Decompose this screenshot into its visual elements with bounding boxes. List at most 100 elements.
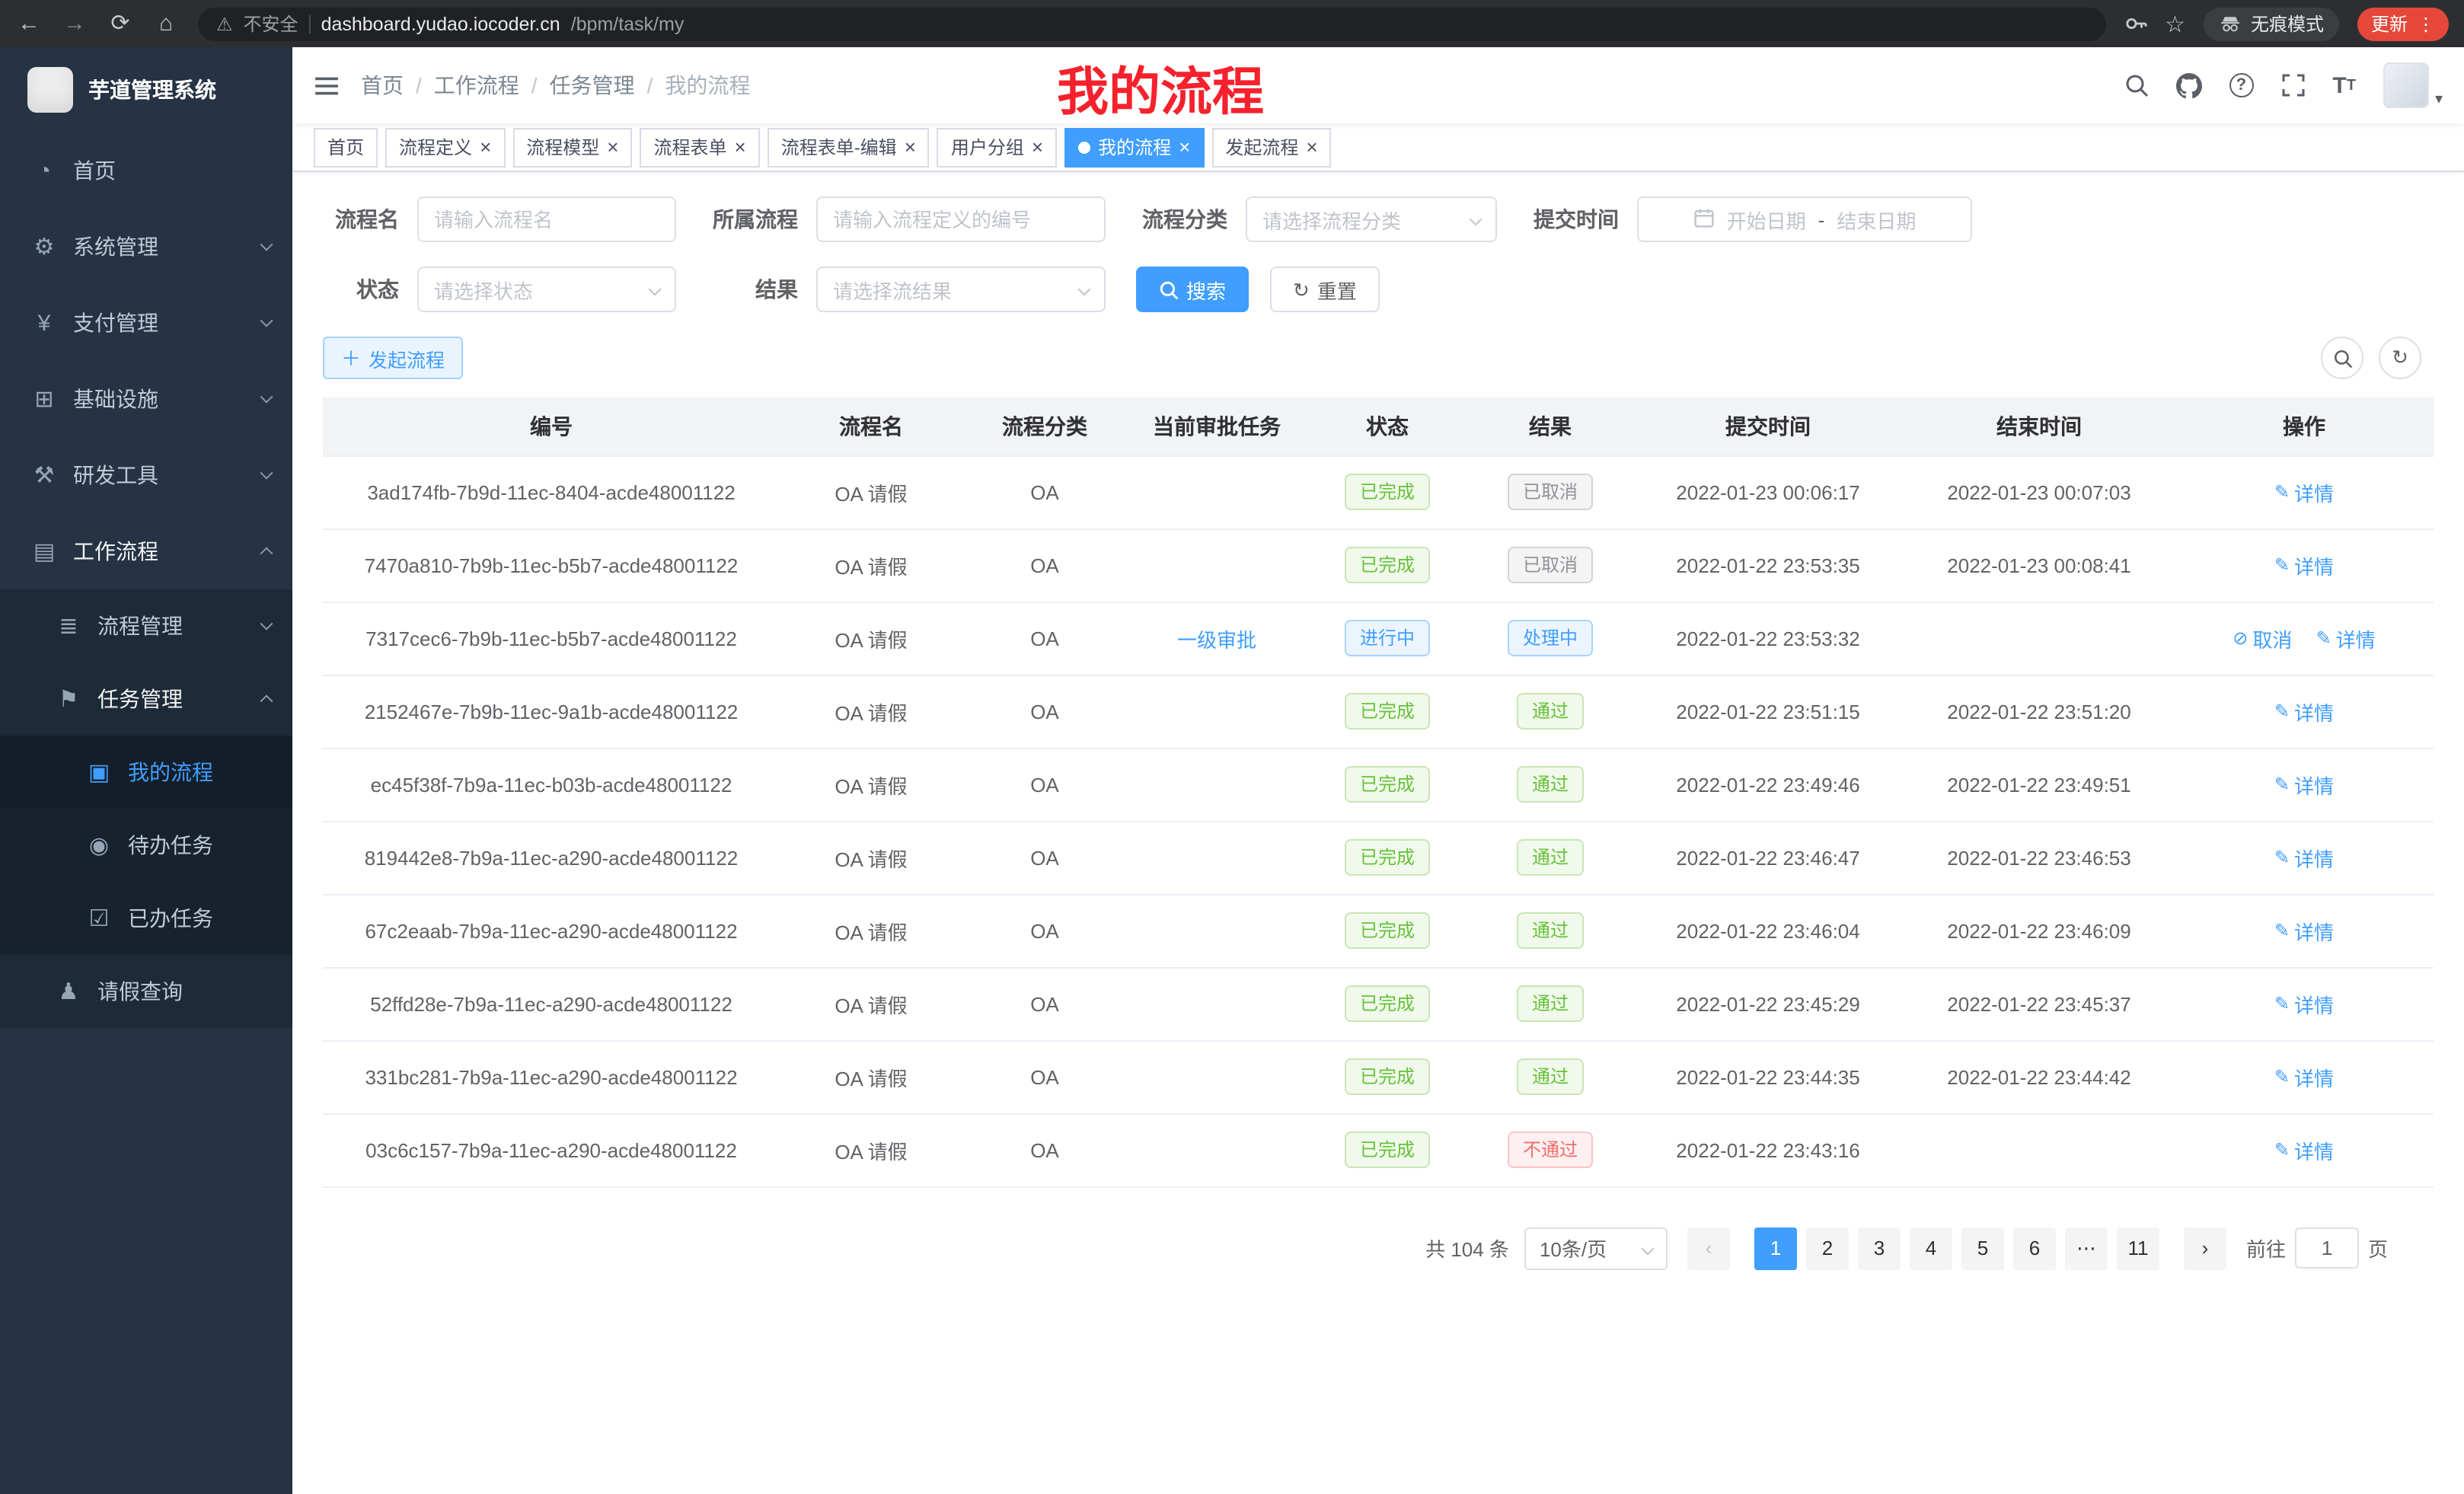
page-button[interactable]: 1 bbox=[1754, 1227, 1797, 1269]
help-icon[interactable]: ? bbox=[2229, 73, 2253, 97]
status-select[interactable]: 请选择状态 bbox=[417, 267, 676, 312]
tab-item[interactable]: 我的流程 × bbox=[1064, 127, 1204, 167]
cancel-link[interactable]: ⊘ 取消 bbox=[2233, 624, 2292, 653]
submit-time-range-picker[interactable]: 开始日期 - 结束日期 bbox=[1637, 196, 1972, 242]
sidebar-menu-item[interactable]: ◔ 首页 bbox=[0, 132, 292, 209]
page-button[interactable]: 3 bbox=[1858, 1227, 1901, 1269]
prev-page-button[interactable]: ‹ bbox=[1687, 1227, 1730, 1269]
page-button[interactable]: 6 bbox=[2013, 1227, 2056, 1269]
breadcrumb-workflow[interactable]: 工作流程 bbox=[434, 70, 519, 101]
process-name-input[interactable] bbox=[417, 196, 676, 242]
detail-link[interactable]: ✎ 详情 bbox=[2274, 916, 2334, 945]
process-id: 7470a810-7b9b-11ec-b5b7-acde48001122 bbox=[365, 554, 739, 576]
font-size-icon[interactable]: TT bbox=[2332, 72, 2356, 98]
reload-icon[interactable]: ⟳ bbox=[107, 12, 134, 35]
update-button[interactable]: 更新 ⋮ bbox=[2357, 7, 2449, 40]
bookmark-star-icon[interactable]: ☆ bbox=[2165, 10, 2185, 37]
sidebar-menu-item[interactable]: ▣ 我的流程 bbox=[0, 736, 292, 809]
sidebar-menu-item[interactable]: ⚒ 研发工具 bbox=[0, 437, 292, 513]
close-icon[interactable]: × bbox=[607, 137, 618, 157]
page-button[interactable]: 5 bbox=[1961, 1227, 2004, 1269]
process-category-select[interactable]: 请选择流程分类 bbox=[1246, 196, 1497, 242]
table-column-header[interactable]: 状态 bbox=[1307, 397, 1468, 455]
address-bar[interactable]: ⚠ 不安全 dashboard.yudao.iocoder.cn /bpm/ta… bbox=[198, 7, 2105, 40]
close-icon[interactable]: × bbox=[1306, 137, 1317, 157]
process-category: OA bbox=[1030, 480, 1059, 503]
key-icon[interactable] bbox=[2124, 12, 2146, 35]
sidebar-menu-item[interactable]: ≣ 流程管理 bbox=[0, 589, 292, 662]
breadcrumb-task-mgmt[interactable]: 任务管理 bbox=[550, 70, 635, 101]
search-icon[interactable] bbox=[2124, 73, 2148, 97]
back-icon[interactable]: ← bbox=[15, 12, 43, 35]
tab-item[interactable]: 用户分组 × bbox=[937, 127, 1057, 167]
submit-time: 2022-01-22 23:49:46 bbox=[1676, 773, 1859, 796]
user-avatar[interactable]: ▾ bbox=[2383, 62, 2443, 108]
detail-link[interactable]: ✎ 详情 bbox=[2274, 843, 2334, 872]
page-button[interactable]: 11 bbox=[2117, 1227, 2159, 1269]
refresh-table-button[interactable]: ↻ bbox=[2379, 337, 2421, 379]
tab-item[interactable]: 流程表单 × bbox=[640, 127, 759, 167]
tab-item[interactable]: 发起流程 × bbox=[1211, 127, 1331, 167]
chevron-icon bbox=[260, 314, 273, 327]
tab-item[interactable]: 首页 × bbox=[314, 127, 378, 167]
github-icon[interactable] bbox=[2175, 72, 2201, 98]
create-process-button[interactable]: ＋ 发起流程 bbox=[323, 337, 463, 379]
table-column-header[interactable]: 结果 bbox=[1468, 397, 1633, 455]
breadcrumb-home[interactable]: 首页 bbox=[361, 70, 404, 101]
sidebar-menu-item[interactable]: ☑ 已办任务 bbox=[0, 882, 292, 955]
detail-link[interactable]: ✎ 详情 bbox=[2274, 697, 2334, 726]
close-icon[interactable]: × bbox=[735, 137, 746, 157]
process-definition-input[interactable] bbox=[816, 196, 1106, 242]
fullscreen-icon[interactable] bbox=[2280, 73, 2305, 97]
table-column-header[interactable]: 流程分类 bbox=[962, 397, 1127, 455]
detail-link[interactable]: ✎ 详情 bbox=[2274, 770, 2334, 799]
tab-item[interactable]: 流程定义 × bbox=[385, 127, 505, 167]
current-task-link[interactable]: 一级审批 bbox=[1177, 628, 1256, 651]
table-column-header[interactable]: 流程名 bbox=[780, 397, 962, 455]
sidebar-menu-item[interactable]: ▤ 工作流程 bbox=[0, 513, 292, 589]
close-icon[interactable]: × bbox=[480, 137, 491, 157]
table-column-header[interactable]: 提交时间 bbox=[1633, 397, 1904, 455]
url-host: dashboard.yudao.iocoder.cn bbox=[321, 13, 560, 34]
tab-item[interactable]: 流程表单-编辑 × bbox=[768, 127, 930, 167]
process-id: 331bc281-7b9a-11ec-a290-acde48001122 bbox=[365, 1065, 737, 1088]
table-row: ec45f38f-7b9a-11ec-b03b-acde48001122 OA … bbox=[323, 748, 2434, 821]
result-badge: 已取消 bbox=[1508, 474, 1593, 510]
next-page-button[interactable]: › bbox=[2184, 1227, 2226, 1269]
close-icon[interactable]: × bbox=[1032, 137, 1043, 157]
toggle-search-button[interactable] bbox=[2321, 337, 2363, 379]
close-icon[interactable]: × bbox=[1179, 137, 1190, 157]
detail-link[interactable]: ✎ 详情 bbox=[2274, 1135, 2334, 1164]
table-column-header[interactable]: 当前审批任务 bbox=[1127, 397, 1307, 455]
sidebar-menu-item[interactable]: ⊞ 基础设施 bbox=[0, 361, 292, 437]
sidebar-menu-item[interactable]: ⚑ 任务管理 bbox=[0, 662, 292, 736]
sidebar-menu-item[interactable]: ¥ 支付管理 bbox=[0, 285, 292, 361]
goto-page-input[interactable] bbox=[2295, 1227, 2359, 1269]
process-id: 52ffd28e-7b9a-11ec-a290-acde48001122 bbox=[370, 992, 732, 1015]
page-button[interactable]: 4 bbox=[1910, 1227, 1952, 1269]
sidebar-menu-item[interactable]: ◉ 待办任务 bbox=[0, 809, 292, 882]
detail-link[interactable]: ✎ 详情 bbox=[2274, 989, 2334, 1018]
page-button[interactable]: 2 bbox=[1806, 1227, 1849, 1269]
forward-icon[interactable]: → bbox=[61, 12, 88, 35]
detail-link[interactable]: ✎ 详情 bbox=[2316, 624, 2376, 653]
reset-button[interactable]: ↻ 重置 bbox=[1270, 267, 1380, 312]
search-button[interactable]: 搜索 bbox=[1136, 267, 1249, 312]
page-button[interactable]: ⋯ bbox=[2065, 1227, 2108, 1269]
hamburger-icon[interactable] bbox=[314, 72, 340, 98]
page-size-select[interactable]: 10条/页 bbox=[1524, 1227, 1668, 1269]
close-icon[interactable]: × bbox=[905, 137, 916, 157]
table-column-header[interactable]: 结束时间 bbox=[1904, 397, 2175, 455]
detail-link[interactable]: ✎ 详情 bbox=[2274, 551, 2334, 579]
sidebar-menu-item[interactable]: ♟ 请假查询 bbox=[0, 955, 292, 1028]
browser-menu-icon[interactable]: ⋮ bbox=[2417, 13, 2435, 34]
detail-link[interactable]: ✎ 详情 bbox=[2274, 1062, 2334, 1091]
home-icon[interactable]: ⌂ bbox=[152, 12, 180, 35]
table-column-header[interactable]: 编号 bbox=[323, 397, 780, 455]
detail-link[interactable]: ✎ 详情 bbox=[2274, 477, 2334, 506]
table-column-header[interactable]: 操作 bbox=[2175, 397, 2434, 455]
result-select[interactable]: 请选择流结果 bbox=[816, 267, 1106, 312]
tab-item[interactable]: 流程模型 × bbox=[512, 127, 632, 167]
sidebar-menu-item[interactable]: ⚙ 系统管理 bbox=[0, 209, 292, 285]
app-logo[interactable]: 芋道管理系统 bbox=[0, 47, 292, 132]
